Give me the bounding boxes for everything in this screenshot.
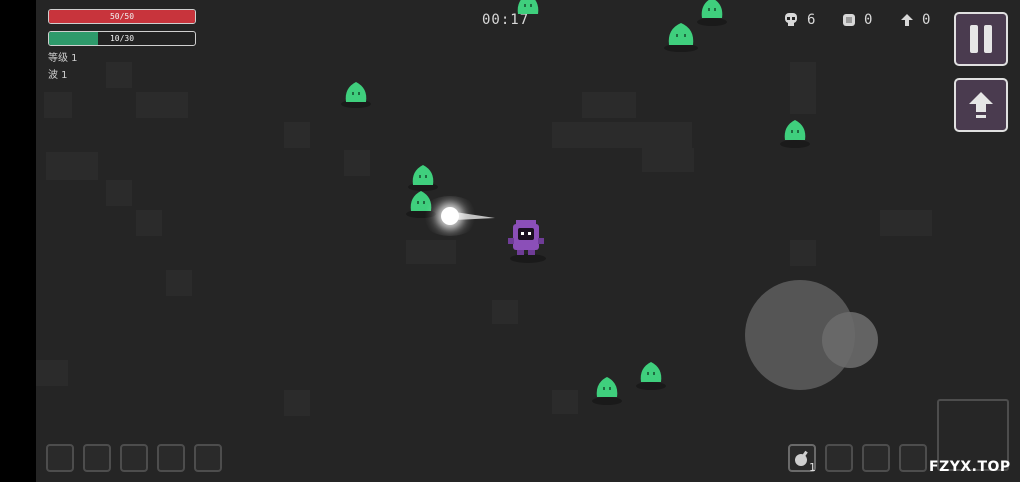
- floor-tile: [406, 240, 456, 264]
- coin-icon: [843, 14, 855, 26]
- passive-slot: [194, 444, 222, 472]
- kill-count: 6: [807, 12, 816, 28]
- arrow-up-icon: [901, 14, 913, 26]
- floor-tile: [552, 390, 578, 414]
- floor-tile: [36, 360, 68, 386]
- game-screen: 50/50 10/30 等级 1 波 1 00:17 6 0 0 1 FZYX.…: [0, 0, 1020, 482]
- screen-edge: [0, 0, 36, 482]
- weapon-slot[interactable]: [899, 444, 927, 472]
- floor-tile: [106, 62, 132, 88]
- floor-tile: [44, 92, 72, 118]
- upgrade-button[interactable]: [954, 78, 1008, 132]
- player-character: [508, 220, 544, 255]
- green-slime: [345, 82, 367, 102]
- floor-tile: [642, 148, 694, 172]
- kill-counter: 6: [783, 12, 815, 28]
- coin-count: 0: [864, 12, 873, 28]
- floor-tile: [790, 62, 816, 114]
- upgrade-arrow-icon: [969, 92, 993, 118]
- floor-tile: [166, 270, 192, 296]
- virtual-joystick-knob[interactable]: [822, 312, 878, 368]
- level-label: 等级 1: [48, 53, 78, 64]
- floor-tile: [582, 92, 636, 118]
- weapon-slot[interactable]: [825, 444, 853, 472]
- passive-slot: [83, 444, 111, 472]
- floor-tile: [136, 210, 162, 236]
- weapon-slot[interactable]: [862, 444, 890, 472]
- coin-counter: 0: [842, 12, 872, 28]
- wave-label: 波 1: [48, 70, 68, 81]
- health-text: 50/50: [109, 12, 135, 21]
- magic-bullet: [441, 207, 459, 225]
- bullet-trail: [455, 212, 495, 220]
- watermark: FZYX.TOP: [929, 459, 1011, 475]
- pause-button[interactable]: [954, 12, 1008, 66]
- green-slime: [596, 377, 618, 397]
- floor-tile: [552, 122, 692, 148]
- floor-tile: [284, 122, 310, 148]
- floor-tile: [344, 150, 370, 176]
- floor-tile: [492, 300, 518, 324]
- passive-slot: [46, 444, 74, 472]
- green-slime: [701, 0, 723, 18]
- passive-slot: [120, 444, 148, 472]
- green-slime: [412, 165, 434, 185]
- experience-text: 10/30: [109, 34, 135, 43]
- green-slime: [668, 23, 694, 45]
- floor-tile: [136, 92, 188, 118]
- floor-tile: [880, 210, 932, 236]
- skull-icon: [785, 13, 797, 26]
- upgrade-count: 0: [922, 12, 931, 28]
- experience-bar: 10/30: [48, 31, 196, 46]
- passive-slot: [157, 444, 185, 472]
- upgrade-counter: 0: [900, 12, 930, 28]
- floor-tile: [46, 152, 98, 180]
- health-bar: 50/50: [48, 9, 196, 24]
- green-slime: [784, 120, 806, 140]
- green-slime: [640, 362, 662, 382]
- floor-tile: [106, 180, 132, 206]
- pause-icon: [970, 25, 992, 53]
- floor-tile: [790, 240, 816, 266]
- floor-tile: [284, 390, 310, 416]
- bomb-count: 1: [809, 461, 816, 474]
- green-slime: [517, 0, 539, 14]
